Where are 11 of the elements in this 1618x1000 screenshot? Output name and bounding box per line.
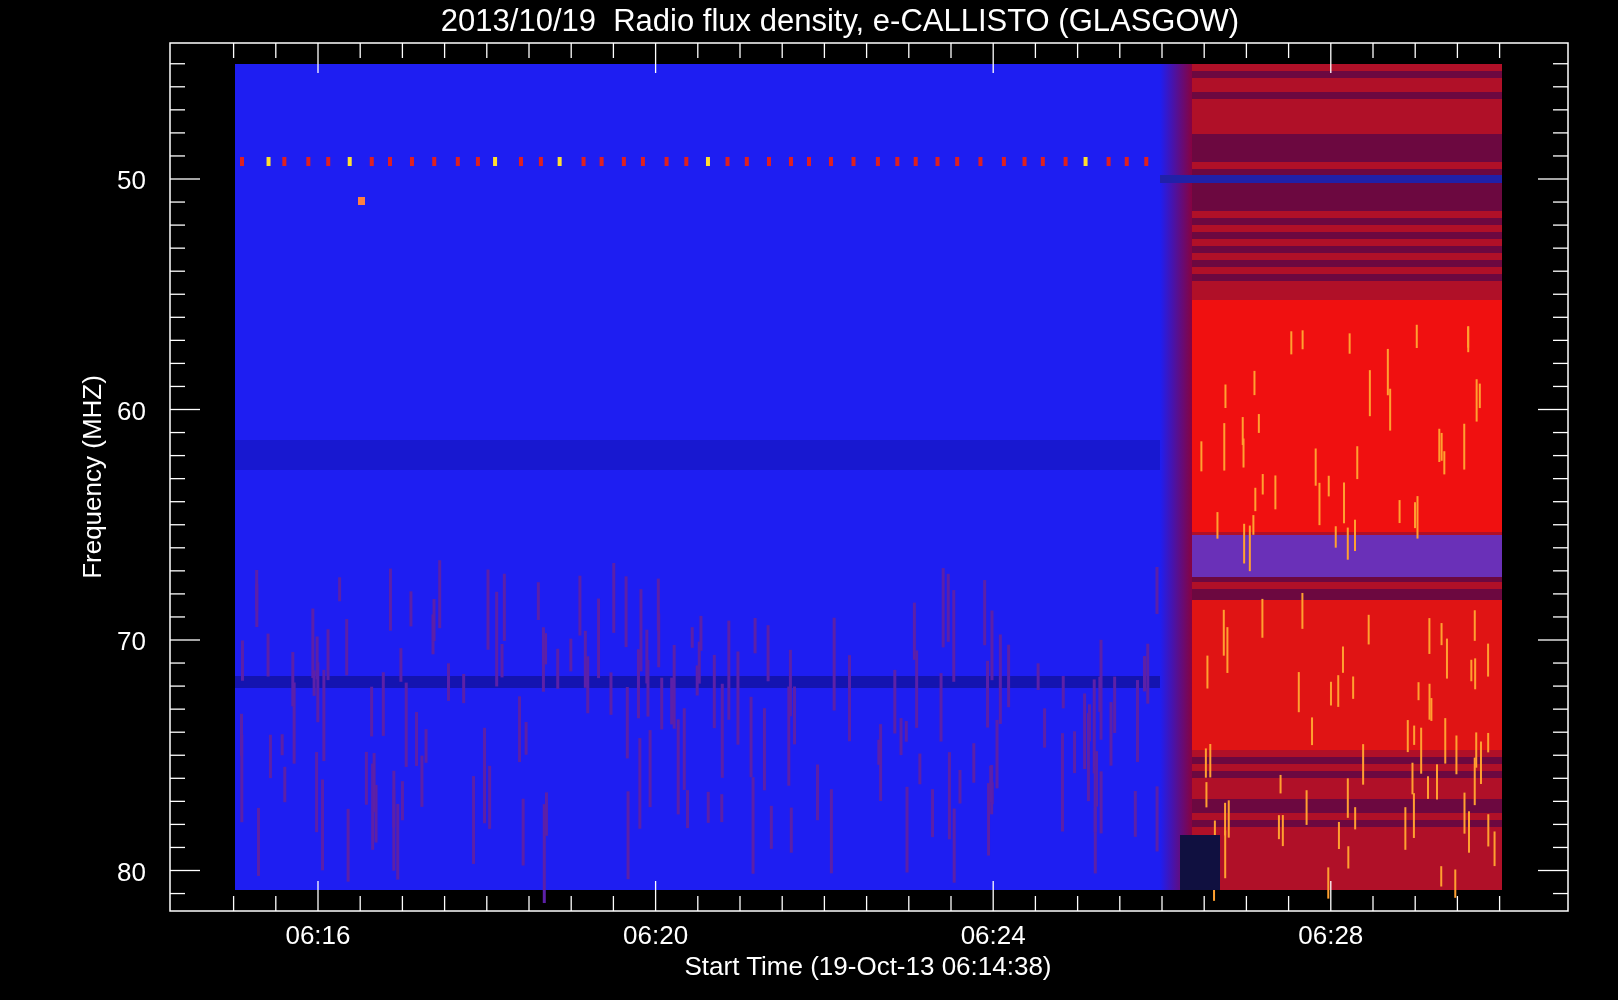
x-axis-label: Start Time (19-Oct-13 06:14:38)	[684, 951, 1052, 981]
y-tick-label: 80	[117, 856, 146, 887]
y-tick-label: 60	[117, 395, 146, 426]
chart-title: 2013/10/19 Radio flux density, e-CALLISTO (GLASGOW)	[440, 3, 1240, 38]
x-tick-label: 06:20	[623, 920, 689, 950]
y-axis-label: Frequency (MHZ)	[77, 375, 107, 579]
x-tick-label: 06:16	[285, 920, 351, 950]
x-tick-label: 06:28	[1298, 920, 1364, 950]
y-tick-label: 50	[117, 165, 146, 195]
x-tick-label: 06:24	[960, 920, 1026, 950]
y-tick-label: 70	[117, 626, 146, 656]
